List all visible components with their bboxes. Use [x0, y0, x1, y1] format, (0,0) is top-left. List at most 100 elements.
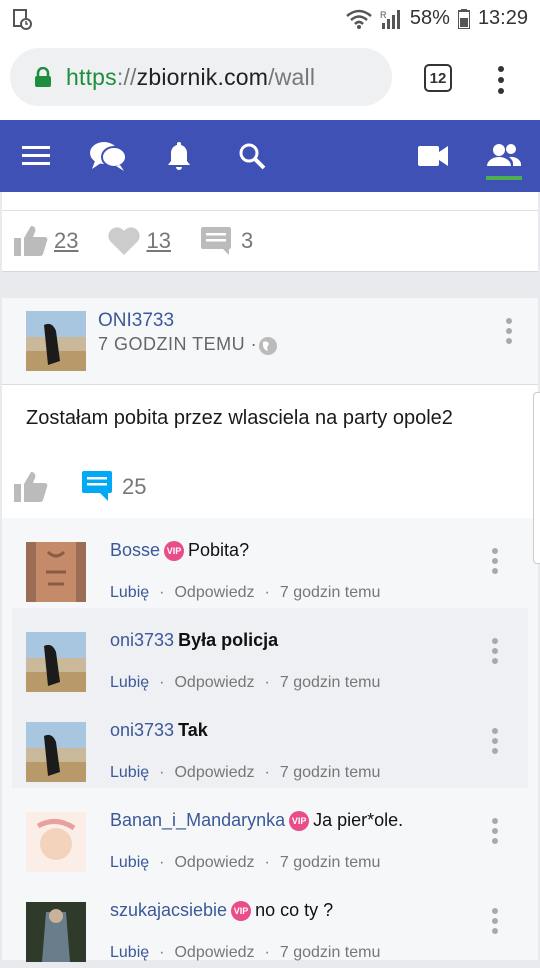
avatar[interactable] — [26, 812, 86, 872]
avatar[interactable] — [26, 902, 86, 962]
thumbs-up-icon[interactable] — [14, 226, 48, 256]
thumbs-up-icon[interactable] — [14, 472, 48, 502]
post-time: 7 GODZIN TEMU · — [98, 334, 258, 354]
chat-icon[interactable] — [89, 140, 127, 172]
comment-text: no co ty ? — [255, 900, 334, 920]
comment-author[interactable]: oni3733 — [110, 630, 174, 651]
browser-menu-icon[interactable] — [498, 66, 504, 99]
like-link[interactable]: Lubię — [110, 674, 149, 692]
comment-line: szukajacsiebie VIP no co ty ? — [110, 900, 333, 921]
like-link[interactable]: Lubię — [110, 584, 149, 602]
comment-item: szukajacsiebie VIP no co ty ? Lubię · Od… — [12, 878, 528, 968]
comment-time: 7 godzin temu — [279, 764, 381, 781]
like-count[interactable]: 23 — [54, 228, 78, 254]
post-body: Zostałam pobita przez wlasciela na party… — [2, 384, 538, 458]
post-author[interactable]: ONI3733 — [98, 310, 174, 332]
meta-separator: · — [264, 854, 270, 871]
comment-menu-icon[interactable] — [492, 908, 498, 938]
post-actions: 25 — [2, 456, 538, 518]
search-icon[interactable] — [238, 142, 266, 170]
comment-author[interactable]: oni3733 — [110, 720, 174, 741]
comment-menu-icon[interactable] — [492, 548, 498, 578]
url-separator: :// — [116, 63, 137, 90]
lock-icon — [35, 67, 51, 87]
reply-link[interactable]: Odpowiedz — [174, 944, 254, 962]
signal-label: R — [380, 10, 387, 20]
comment-line: Bosse VIP Pobita? — [110, 540, 249, 561]
comment-text: Ja pier*ole. — [313, 810, 404, 830]
comment-icon[interactable] — [200, 227, 231, 255]
comment-line: Banan_i_Mandarynka VIP Ja pier*ole. — [110, 810, 403, 831]
like-link[interactable]: Lubię — [110, 854, 149, 872]
meta-separator: · — [159, 764, 165, 781]
heart-count[interactable]: 13 — [146, 228, 170, 254]
heart-icon[interactable] — [108, 227, 141, 255]
tab-switcher-button[interactable]: 12 — [424, 64, 452, 92]
url-path: /wall — [268, 63, 316, 90]
avatar[interactable] — [26, 722, 86, 782]
meta-separator: · — [159, 944, 165, 961]
avatar[interactable] — [26, 542, 86, 602]
comment-item: Banan_i_Mandarynka VIP Ja pier*ole. Lubi… — [12, 788, 528, 878]
comment-author[interactable]: szukajacsiebie — [110, 900, 227, 921]
bell-icon[interactable] — [166, 140, 192, 172]
menu-icon[interactable] — [22, 145, 50, 167]
meta-separator: · — [159, 674, 165, 691]
meta-separator: · — [159, 854, 165, 871]
post-card: ONI3733 7 GODZIN TEMU · Zostałam pobita … — [2, 298, 538, 962]
reaction-row: 23 13 3 — [14, 226, 253, 256]
meta-separator: · — [159, 584, 165, 601]
vip-badge: VIP — [164, 540, 185, 561]
address-bar[interactable]: https://zbiornik.com/wall — [10, 48, 392, 106]
comment-author[interactable]: Bosse — [110, 540, 160, 561]
screen-record-icon — [13, 9, 32, 30]
comment-meta: Lubię · Odpowiedz · 7 godzin temu — [110, 854, 380, 872]
globe-icon — [259, 337, 277, 355]
like-link[interactable]: Lubię — [110, 944, 149, 962]
comment-icon[interactable] — [82, 471, 112, 501]
comment-count: 25 — [122, 474, 147, 499]
comment-text: Była policja — [178, 630, 279, 650]
post-menu-icon[interactable] — [506, 318, 512, 348]
comment-menu-icon[interactable] — [492, 818, 498, 848]
avatar[interactable] — [26, 311, 86, 371]
friends-icon[interactable] — [487, 142, 521, 168]
site-navbar — [0, 120, 540, 192]
comment-text: Tak — [178, 720, 208, 740]
comment-meta: Lubię · Odpowiedz · 7 godzin temu — [110, 584, 380, 602]
comment-item: oni3733 Była policja Lubię · Odpowiedz ·… — [12, 608, 528, 698]
meta-separator: · — [264, 674, 270, 691]
previous-post-card: 23 13 3 — [2, 192, 538, 272]
reply-link[interactable]: Odpowiedz — [174, 584, 254, 602]
url-text[interactable]: https://zbiornik.com/wall — [66, 64, 315, 91]
meta-separator: · — [264, 944, 270, 961]
clock: 13:29 — [477, 7, 528, 29]
vip-badge: VIP — [231, 900, 252, 921]
reply-link[interactable]: Odpowiedz — [174, 764, 254, 782]
reply-link[interactable]: Odpowiedz — [174, 854, 254, 872]
meta-separator: · — [264, 584, 270, 601]
comment-meta: Lubię · Odpowiedz · 7 godzin temu — [110, 764, 380, 782]
comment-time: 7 godzin temu — [279, 944, 381, 961]
reply-link[interactable]: Odpowiedz — [174, 674, 254, 692]
video-icon[interactable] — [418, 146, 448, 166]
scroll-handle[interactable] — [533, 392, 540, 564]
comment-meta: Lubię · Odpowiedz · 7 godzin temu — [110, 674, 380, 692]
browser-toolbar: https://zbiornik.com/wall 12 — [0, 38, 540, 120]
avatar[interactable] — [26, 632, 86, 692]
comment-text: Pobita? — [188, 540, 250, 560]
comment-author[interactable]: Banan_i_Mandarynka — [110, 810, 285, 831]
active-tab-indicator — [486, 176, 522, 180]
comment-list: Bosse VIP Pobita? Lubię · Odpowiedz · 7 … — [2, 518, 538, 962]
comment-time: 7 godzin temu — [279, 674, 381, 691]
wifi-icon — [346, 9, 372, 29]
comment-line: oni3733 Tak — [110, 720, 208, 741]
post-header: ONI3733 7 GODZIN TEMU · — [2, 298, 538, 384]
comment-time: 7 godzin temu — [279, 584, 381, 601]
comment-item: oni3733 Tak Lubię · Odpowiedz · 7 godzin… — [12, 698, 528, 788]
comment-menu-icon[interactable] — [492, 638, 498, 668]
comment-meta: Lubię · Odpowiedz · 7 godzin temu — [110, 944, 380, 962]
like-link[interactable]: Lubię — [110, 764, 149, 782]
comment-item: Bosse VIP Pobita? Lubię · Odpowiedz · 7 … — [12, 518, 528, 608]
comment-menu-icon[interactable] — [492, 728, 498, 758]
